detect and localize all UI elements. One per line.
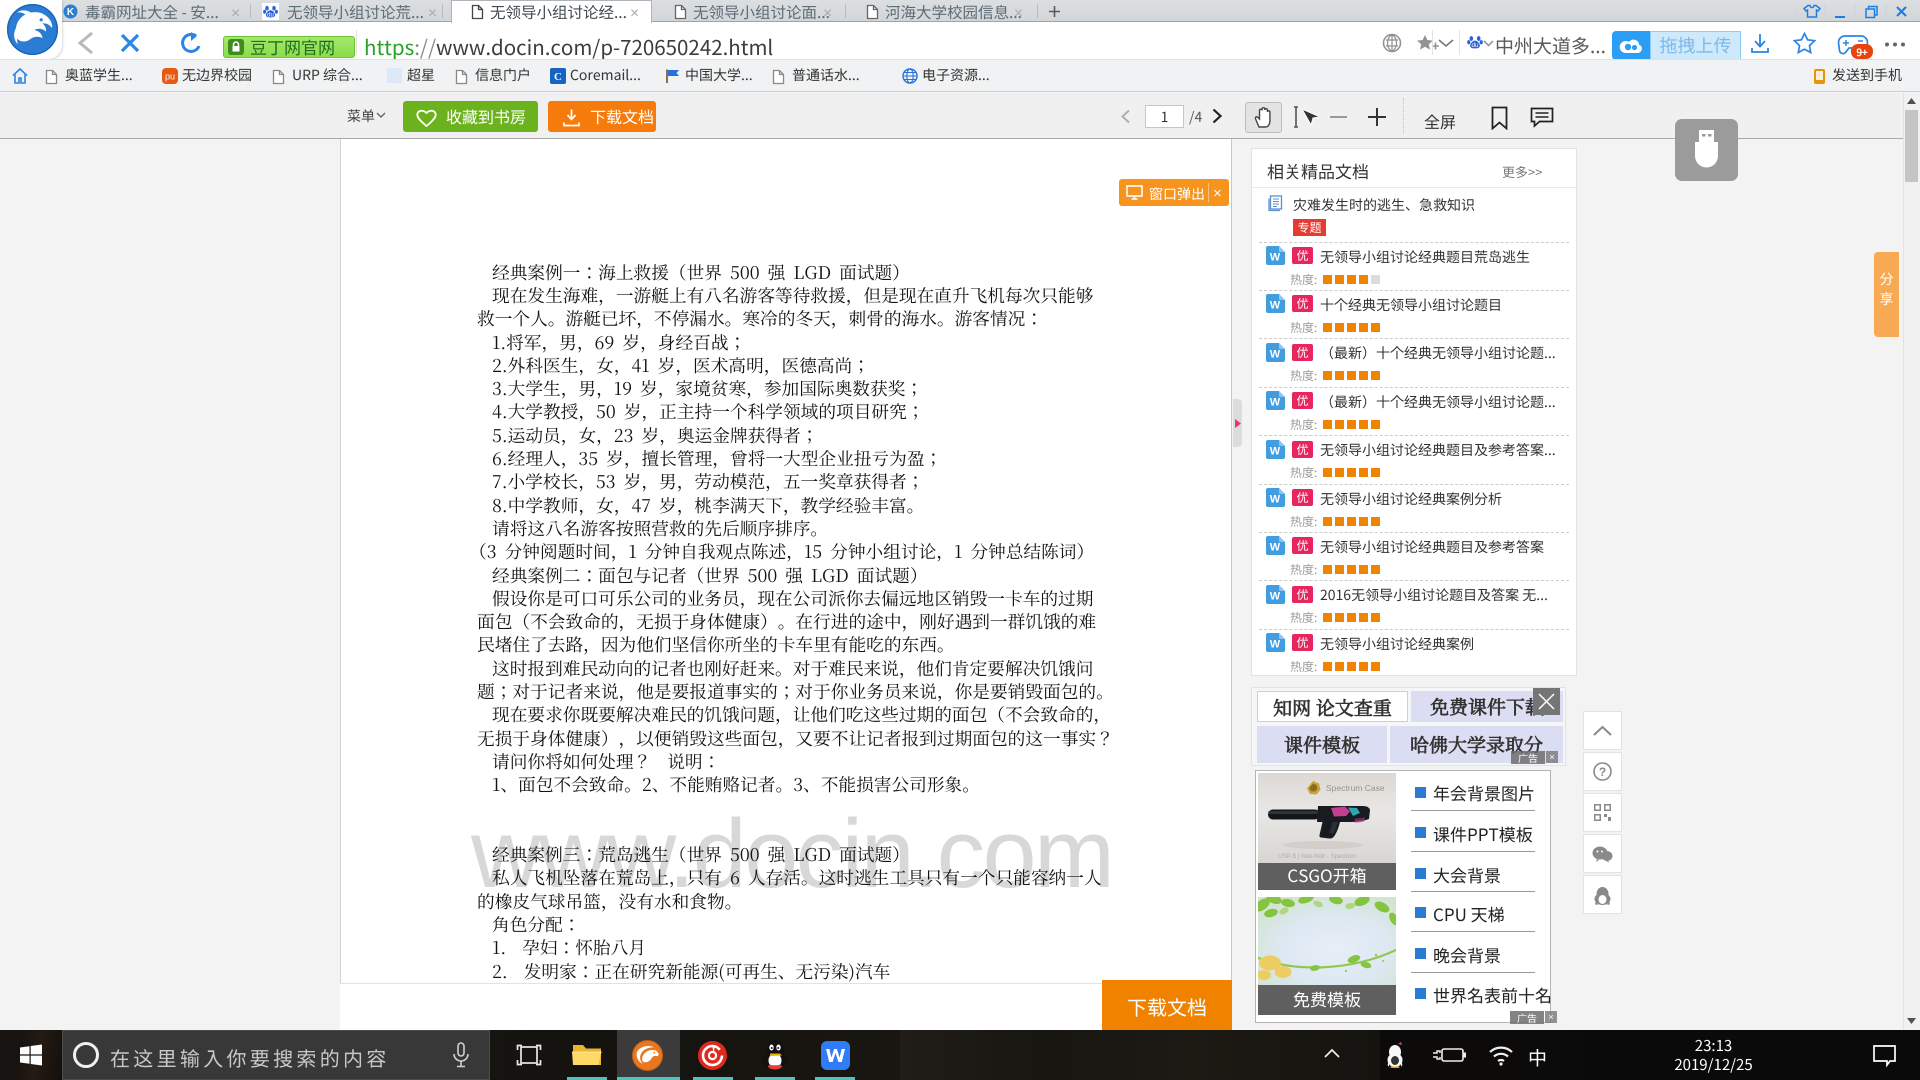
svg-text:USP-S | Neo-Noir · Spectrum: USP-S | Neo-Noir · Spectrum — [1278, 854, 1356, 860]
svg-text:W: W — [1270, 590, 1281, 602]
svg-text:CSGO开箱: CSGO开箱 — [1287, 862, 1366, 887]
svg-text:W: W — [1270, 494, 1281, 506]
svg-text:C: C — [554, 71, 562, 83]
svg-text:W: W — [1270, 348, 1281, 360]
svg-text:?: ? — [1599, 765, 1606, 779]
svg-text:免费模板: 免费模板 — [1293, 986, 1361, 1011]
svg-text:W: W — [1270, 639, 1281, 651]
svg-text:W: W — [1270, 300, 1281, 312]
svg-text:W: W — [1270, 542, 1281, 554]
svg-text:pu: pu — [165, 72, 175, 82]
svg-text:du: du — [267, 12, 274, 18]
svg-text:W: W — [1270, 445, 1281, 457]
svg-text:du: du — [1471, 42, 1479, 49]
svg-text:Spectrum Case: Spectrum Case — [1326, 783, 1385, 793]
svg-text:W: W — [1270, 252, 1281, 264]
svg-text:K: K — [67, 7, 75, 18]
svg-text:W: W — [1270, 397, 1281, 409]
